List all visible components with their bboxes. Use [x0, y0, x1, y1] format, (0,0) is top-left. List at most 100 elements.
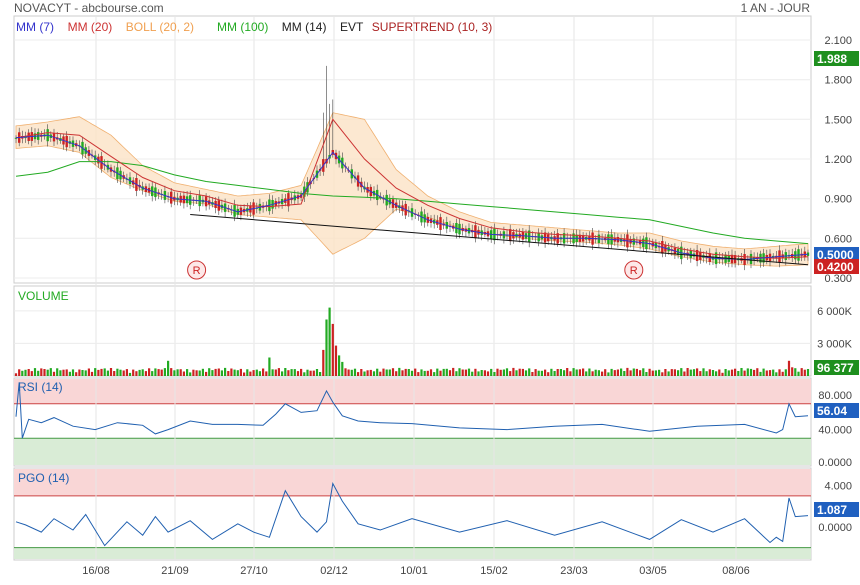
volume-y-tick-label: 6 000K: [817, 306, 853, 318]
volume-bar: [65, 369, 68, 376]
volume-bar: [708, 369, 711, 376]
volume-bar: [46, 369, 49, 376]
volume-bar: [683, 371, 686, 376]
rsi-oversold-band: [14, 438, 811, 465]
volume-bar: [629, 370, 632, 376]
volume-bar: [661, 372, 664, 376]
volume-y-tick-label: 3 000K: [817, 338, 853, 350]
volume-bar: [258, 371, 261, 376]
volume-bar: [366, 370, 369, 376]
volume-bar: [195, 370, 198, 376]
legend-item: BOLL (20, 2): [126, 20, 194, 34]
legend-item: SUPERTREND (10, 3): [372, 20, 492, 34]
price-y-tick-label: 1.200: [824, 154, 852, 166]
volume-bar: [588, 368, 591, 376]
volume-bar: [252, 370, 255, 376]
volume-bar: [461, 369, 464, 376]
volume-bar: [477, 371, 480, 376]
volume-bar: [746, 368, 749, 376]
volume-bar: [407, 369, 410, 376]
x-tick-label: 15/02: [480, 565, 508, 577]
volume-bar: [315, 369, 319, 376]
volume-bar: [778, 369, 781, 376]
x-tick-label: 21/09: [161, 565, 189, 577]
volume-bar: [350, 369, 353, 376]
volume-bar: [585, 371, 588, 376]
volume-bar: [686, 368, 689, 376]
volume-bar: [132, 369, 135, 376]
volume-bar: [436, 368, 439, 376]
volume-bar: [597, 370, 600, 376]
pgo-badge-last: 1.087: [817, 503, 847, 517]
legend-item: MM (20): [68, 20, 113, 34]
volume-bar: [547, 372, 550, 376]
volume-bar: [727, 370, 730, 376]
volume-bar: [702, 368, 705, 376]
volume-bar: [721, 372, 724, 376]
volume-bar: [334, 345, 338, 376]
volume-bar: [740, 368, 743, 376]
volume-bar: [426, 370, 429, 376]
volume-bar: [768, 370, 772, 376]
volume-bar: [794, 368, 797, 376]
volume-bar: [208, 368, 211, 376]
x-tick-label: 03/05: [639, 565, 667, 577]
volume-bar: [287, 370, 290, 376]
volume-bar: [680, 368, 683, 376]
volume-bar: [569, 371, 572, 376]
volume-bar: [341, 361, 344, 376]
volume-bar: [471, 371, 474, 376]
volume-bar: [173, 370, 176, 376]
volume-bar: [502, 369, 505, 376]
volume-bar: [749, 368, 753, 376]
volume-bar: [626, 367, 629, 376]
volume-bar: [540, 370, 543, 376]
pgo-y-tick-label: 0.0000: [818, 522, 852, 534]
volume-bar: [781, 371, 784, 376]
volume-bar: [645, 372, 648, 376]
volume-bar: [144, 371, 147, 376]
volume-bar: [737, 371, 740, 376]
pgo-upper-band: [14, 469, 811, 496]
volume-bar: [699, 371, 702, 376]
volume-bar: [591, 371, 594, 376]
volume-bar: [553, 371, 556, 376]
volume-bar: [651, 370, 654, 376]
volume-bar: [563, 370, 566, 376]
volume-bar: [705, 371, 708, 376]
volume-bar: [762, 368, 765, 376]
volume-bar: [43, 369, 46, 376]
volume-bar: [423, 370, 426, 376]
r-marker-label: R: [630, 265, 638, 277]
rsi-overbought-band: [14, 379, 811, 404]
volume-bar: [730, 369, 734, 376]
volume-bar: [395, 371, 398, 376]
x-tick-label: 10/01: [400, 565, 428, 577]
volume-bar: [56, 368, 59, 376]
volume-bar: [556, 369, 559, 376]
volume-bar: [331, 323, 334, 376]
volume-bar: [490, 368, 493, 376]
volume-bar: [544, 369, 547, 376]
volume-bar: [62, 369, 65, 376]
volume-bar: [575, 369, 578, 376]
volume-bar: [518, 368, 521, 376]
price-badge-low: 0.4200: [817, 260, 854, 274]
volume-bar: [711, 370, 715, 376]
pgo-panel-title: PGO (14): [18, 471, 69, 485]
volume-bar: [319, 372, 322, 376]
volume-bar: [21, 370, 24, 376]
chart-svg: NOVACYT - abcbourse.com 1 AN - JOUR R R 1…: [13, 1, 859, 577]
volume-bar: [141, 369, 144, 376]
volume-bar: [537, 370, 540, 376]
volume-panel-frame: [13, 285, 812, 377]
volume-bar: [601, 371, 604, 376]
volume-bar: [667, 371, 670, 376]
volume-bar: [328, 307, 331, 376]
volume-bar: [106, 370, 109, 376]
volume-bar: [493, 372, 496, 376]
price-y-tick-label: 0.900: [824, 194, 852, 206]
rsi-panel-title: RSI (14): [18, 380, 63, 394]
volume-bar: [128, 372, 132, 376]
volume-bar: [182, 371, 185, 376]
